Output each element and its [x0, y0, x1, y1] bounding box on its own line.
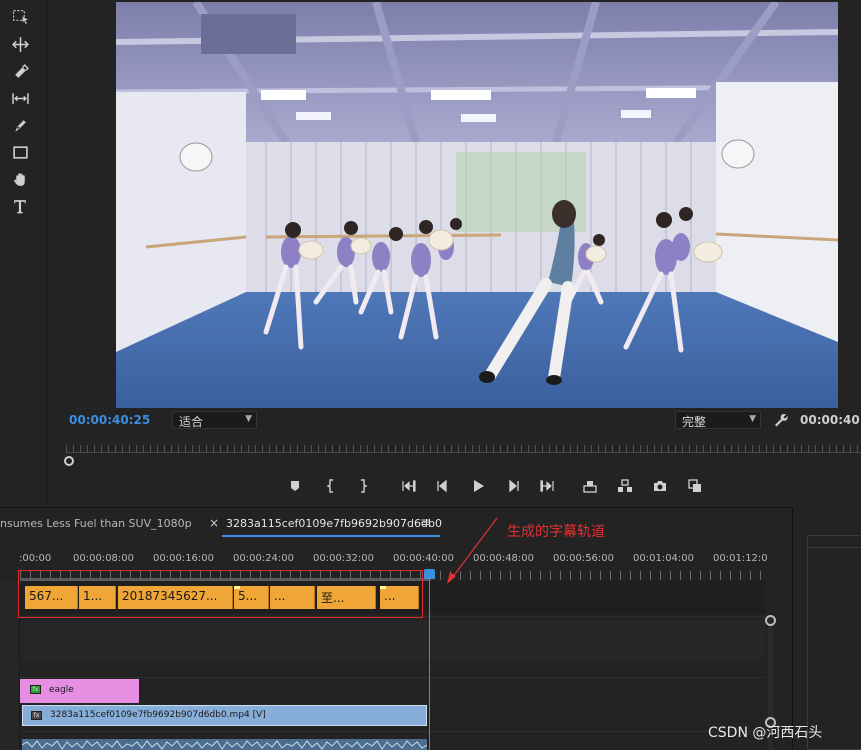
playback-quality-dropdown[interactable]: 完整 ▼ [675, 411, 761, 429]
chevron-down-icon: ▼ [749, 414, 756, 424]
video-clip[interactable]: fx 3283a115cef0109e7fb9692b907d6db0.mp4 … [22, 705, 427, 726]
ruler-label: 00:00:16:00 [153, 553, 215, 564]
empty-track [20, 621, 765, 661]
mark-out-icon [361, 479, 368, 493]
ruler-label: 00:01:12:0 [713, 553, 768, 564]
program-monitor: 00:00:40:25 适合 ▼ 完整 ▼ 00:00:40: [48, 0, 861, 505]
video-preview[interactable] [116, 2, 838, 408]
mark-in-icon [326, 479, 333, 493]
panel-menu-icon[interactable]: ≡ [420, 515, 430, 529]
transport-controls [48, 475, 861, 497]
audio-clip[interactable] [22, 739, 427, 750]
monitor-time-ruler[interactable] [66, 445, 861, 453]
pen-icon[interactable] [9, 115, 31, 135]
step-forward-icon [509, 479, 519, 493]
tab-sequence-2[interactable]: 3283a115cef0109e7fb9692b907d6db0 [226, 517, 442, 530]
quality-dropdown-value: 完整 [682, 415, 707, 429]
ruler-label: 00:00:40:00 [393, 553, 455, 564]
ruler-label: 00:00:32:00 [313, 553, 375, 564]
hand-icon[interactable] [9, 169, 31, 189]
timeline-panel: nsumes Less Fuel than SUV_1080p × 3283a1… [0, 507, 790, 750]
go-to-out-icon [540, 480, 554, 492]
rectangle-icon[interactable] [9, 142, 31, 162]
button-editor-icon [688, 479, 701, 492]
fx-badge: fx [30, 685, 41, 694]
slip-icon[interactable] [9, 88, 31, 108]
type-icon[interactable] [9, 196, 31, 216]
fit-dropdown[interactable]: 适合 ▼ [172, 411, 257, 429]
step-back-button[interactable] [432, 475, 454, 497]
mark-in-button[interactable] [320, 475, 342, 497]
marker-icon [291, 481, 299, 491]
play-icon [474, 480, 484, 492]
duration-timecode: 00:00:40: [800, 413, 861, 427]
lift-icon [583, 481, 597, 493]
track-divider [20, 677, 765, 678]
playhead-line [429, 578, 430, 750]
fx-badge: fx [31, 711, 42, 720]
timeline-tabs: nsumes Less Fuel than SUV_1080p × 3283a1… [0, 508, 790, 540]
go-to-in-button[interactable] [398, 475, 420, 497]
right-panel [792, 507, 861, 750]
lift-button[interactable] [579, 475, 601, 497]
button-editor-button[interactable] [684, 475, 706, 497]
go-to-in-icon [402, 480, 416, 492]
annotation-highlight-box [18, 570, 423, 618]
ruler-label: :00:00 [19, 553, 52, 564]
play-button[interactable] [467, 475, 489, 497]
dance-studio-frame [116, 2, 838, 408]
scroll-handle-top[interactable] [765, 615, 776, 626]
go-to-out-button[interactable] [536, 475, 558, 497]
tab-sequence-1[interactable]: nsumes Less Fuel than SUV_1080p [0, 517, 192, 530]
close-icon[interactable]: × [209, 516, 219, 530]
chevron-down-icon: ▼ [245, 414, 252, 424]
audio-waveform [22, 740, 427, 750]
mark-out-button[interactable] [352, 475, 374, 497]
extract-icon [618, 479, 632, 492]
camera-icon [654, 481, 666, 491]
ruler-label: 00:01:04:00 [633, 553, 695, 564]
active-tab-indicator [222, 535, 440, 537]
ruler-label: 00:00:08:00 [73, 553, 135, 564]
wrench-icon[interactable] [773, 412, 789, 428]
clip-label: eagle [49, 685, 74, 695]
monitor-playhead[interactable] [64, 456, 74, 466]
ruler-label: 00:00:24:00 [233, 553, 295, 564]
razor-icon[interactable] [9, 61, 31, 81]
export-frame-button[interactable] [649, 475, 671, 497]
step-back-icon [437, 479, 447, 493]
watermark: CSDN @河西石头 [708, 725, 823, 741]
marquee-select-icon[interactable] [9, 6, 31, 26]
add-marker-button[interactable] [284, 475, 306, 497]
ruler-label: 00:00:56:00 [553, 553, 615, 564]
current-timecode[interactable]: 00:00:40:25 [69, 413, 150, 427]
clip-label: 3283a115cef0109e7fb9692b907d6db0.mp4 [V] [50, 710, 266, 720]
extract-button[interactable] [614, 475, 636, 497]
fit-dropdown-value: 适合 [179, 415, 204, 429]
ruler-label: 00:00:48:00 [473, 553, 535, 564]
ripple-edit-icon[interactable] [9, 34, 31, 54]
divider [807, 547, 861, 548]
track-headers [0, 581, 20, 750]
step-forward-button[interactable] [502, 475, 524, 497]
annotation-label: 生成的字幕轨道 [507, 524, 605, 540]
tools-panel [0, 0, 47, 505]
audio-meter-frame [807, 535, 861, 750]
graphic-clip[interactable]: fx eagle [20, 679, 139, 703]
timeline-ruler-labels: :00:00 00:00:08:00 00:00:16:00 00:00:24:… [0, 553, 790, 567]
track-divider [20, 731, 765, 732]
